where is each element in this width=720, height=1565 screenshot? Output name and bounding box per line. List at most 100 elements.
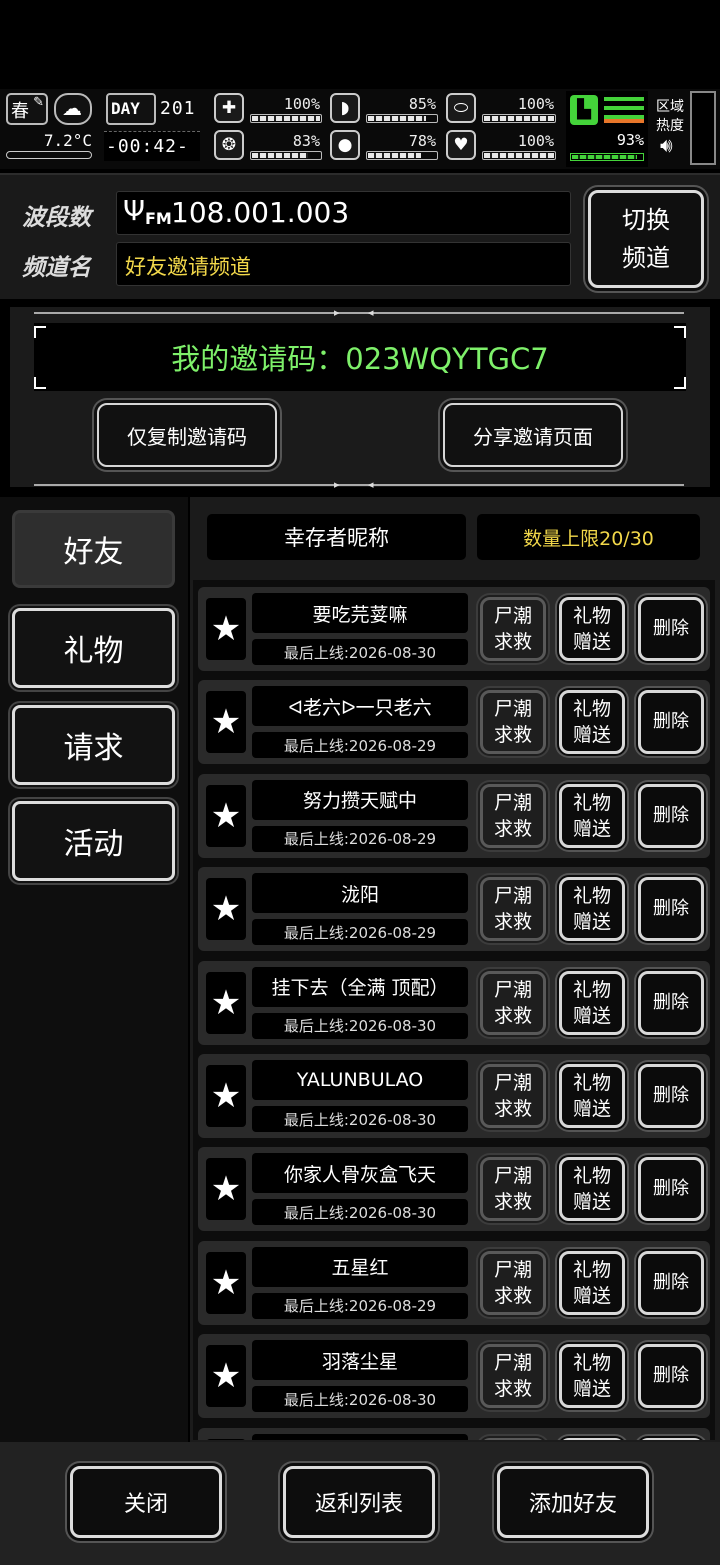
copy-code-button[interactable]: 仅复制邀请码 bbox=[97, 403, 277, 467]
delete-friend-button[interactable]: 删除 bbox=[638, 597, 704, 661]
speaker-icon[interactable]: 🔊︎ bbox=[660, 133, 673, 157]
invite-code: 我的邀请码：023WQYTGC7 bbox=[171, 342, 549, 376]
mood-stat: ♥ 100% bbox=[446, 130, 556, 164]
delete-friend-button[interactable]: 删除 bbox=[638, 1250, 704, 1315]
delete-friend-button[interactable]: 删除 bbox=[638, 1437, 704, 1440]
favorite-star-icon[interactable]: ★ bbox=[206, 784, 246, 847]
temperature-readout: 7.2°C bbox=[6, 129, 94, 163]
add-friend-button[interactable]: 添加好友 bbox=[497, 1466, 649, 1538]
favorite-star-icon[interactable]: ★ bbox=[206, 691, 246, 754]
friend-nickname: 努力攒天赋中 bbox=[252, 779, 468, 820]
stamina-value: 93% bbox=[616, 131, 644, 149]
gift-send-button[interactable]: 礼物 赠送 bbox=[559, 1157, 625, 1222]
tab-requests[interactable]: 请求 bbox=[12, 705, 175, 785]
divider-bottom: ▸ ◂ bbox=[34, 478, 684, 491]
favorite-star-icon[interactable]: ★ bbox=[206, 1438, 246, 1440]
thirst-stat: ● 78% bbox=[330, 130, 438, 164]
friend-row: ★ ᐊ老六ᐅ一只老六 最后上线:2026-08-29 尸潮 求救 礼物 赠送 删除 bbox=[198, 680, 710, 765]
share-invite-button[interactable]: 分享邀请页面 bbox=[443, 403, 623, 467]
boot-icon: ▙ bbox=[570, 95, 598, 125]
zombie-help-button[interactable]: 尸潮 求救 bbox=[480, 690, 546, 755]
gift-send-button[interactable]: 礼物 赠送 bbox=[559, 1250, 625, 1315]
delete-friend-button[interactable]: 删除 bbox=[638, 690, 704, 755]
friend-row: ★ 羽落尘星 最后上线:2026-08-30 尸潮 求救 礼物 赠送 删除 bbox=[198, 1334, 710, 1419]
gift-send-button[interactable]: 礼物 赠送 bbox=[559, 1344, 625, 1409]
zombie-help-button[interactable]: 尸潮 求救 bbox=[480, 877, 546, 942]
zombie-help-button[interactable]: 尸潮 求救 bbox=[480, 1157, 546, 1222]
friend-nickname: 泷阳 bbox=[252, 873, 468, 914]
friend-nickname: 你家人骨灰盒飞天 bbox=[252, 1153, 468, 1194]
heart-icon: ♥ bbox=[446, 130, 476, 160]
zombie-help-button[interactable]: 尸潮 求救 bbox=[480, 1250, 546, 1315]
friend-row: ★ 五星红 最后上线:2026-08-29 尸潮 求救 礼物 赠送 删除 bbox=[198, 1240, 710, 1325]
fm-label: FM bbox=[145, 209, 172, 228]
friend-last-online: 最后上线:2026-08-30 bbox=[252, 639, 468, 665]
tab-gifts[interactable]: 礼物 bbox=[12, 608, 175, 688]
switch-channel-label: 切换 频道 bbox=[622, 206, 670, 272]
favorite-star-icon[interactable]: ★ bbox=[206, 878, 246, 941]
season-badge: 春 ✎ bbox=[6, 93, 48, 125]
day-label: DAY bbox=[111, 99, 140, 118]
delete-friend-button[interactable]: 删除 bbox=[638, 783, 704, 848]
zombie-help-button[interactable]: 尸潮 求救 bbox=[480, 783, 546, 848]
friend-row: ★ 要吃芫荽嘛最后上线:2026-08-30 尸潮 求救 礼物 赠送 删除 bbox=[198, 587, 710, 671]
gift-send-button[interactable]: 礼物 赠送 bbox=[559, 597, 625, 661]
favorite-star-icon[interactable]: ★ bbox=[206, 1065, 246, 1127]
day-value: 201 bbox=[160, 98, 196, 119]
friend-nickname: 挂下去（全满 顶配） bbox=[252, 966, 468, 1007]
zombie-help-button[interactable]: 尸潮 求救 bbox=[480, 597, 546, 661]
delete-friend-button[interactable]: 删除 bbox=[638, 1344, 704, 1409]
gift-send-button[interactable]: 礼物 赠送 bbox=[559, 970, 625, 1035]
zombie-help-button[interactable]: 尸潮 求救 bbox=[480, 1064, 546, 1128]
gift-send-button[interactable]: 礼物 赠送 bbox=[559, 877, 625, 942]
zombie-help-button[interactable]: 尸潮 求救 bbox=[480, 1344, 546, 1409]
gift-send-button[interactable]: 礼物 赠送 bbox=[559, 690, 625, 755]
switch-channel-button[interactable]: 切换 频道 bbox=[588, 190, 704, 288]
time-display: -00:42- bbox=[104, 131, 200, 161]
delete-friend-button[interactable]: 删除 bbox=[638, 1064, 704, 1128]
pill-icon: ⬭ bbox=[446, 93, 476, 123]
favorite-star-icon[interactable]: ★ bbox=[206, 1158, 246, 1221]
close-button[interactable]: 关闭 bbox=[70, 1466, 222, 1538]
zone-heat-label: 区域 热度 bbox=[656, 99, 684, 134]
friend-last-online: 最后上线:2026-08-30 bbox=[252, 1106, 468, 1132]
gift-send-button[interactable]: 礼物 赠送 bbox=[559, 783, 625, 848]
favorite-star-icon[interactable]: ★ bbox=[206, 1251, 246, 1314]
medicine-stat: ⬭ 100% bbox=[446, 93, 556, 127]
friend-row: ★ 泷阳最后上线:2026-08-29 尸潮 求救 礼物 赠送 删除 bbox=[198, 867, 710, 952]
friend-list[interactable]: ★ 要吃芫荽嘛 最后上线:2026-08-30 尸潮 求救 礼物 赠送 删除 ★ ᐊ老六ᐅ一只… bbox=[193, 580, 715, 1440]
tab-events[interactable]: 活动 bbox=[12, 801, 175, 881]
health-stat: ✚ 100% bbox=[214, 93, 322, 127]
feather-icon: ✎ bbox=[33, 95, 44, 110]
friend-nickname: YALUNBULAO bbox=[252, 1060, 468, 1100]
channel-name-label: 频道名 bbox=[22, 255, 91, 281]
friend-nickname: 要吃芫荽嘛 bbox=[252, 593, 468, 633]
band-field: Ψ FM 108.001.003 bbox=[116, 191, 571, 235]
favorite-star-icon[interactable]: ★ bbox=[206, 1345, 246, 1408]
divider-top: ▸ ◂ bbox=[34, 306, 684, 319]
heat-meter bbox=[690, 91, 716, 165]
gift-send-button[interactable]: 礼物 赠送 bbox=[559, 1064, 625, 1128]
stomach-icon: ◗ bbox=[330, 93, 360, 123]
friend-limit: 数量上限20/30 bbox=[477, 514, 700, 560]
stamina-orange-line bbox=[604, 119, 644, 123]
favorite-star-icon[interactable]: ★ bbox=[206, 971, 246, 1034]
zombie-help-button[interactable]: 尸潮 求救 bbox=[480, 1437, 546, 1440]
friend-nickname: 羽落尘星 bbox=[252, 1340, 468, 1381]
thermometer-icon bbox=[6, 151, 92, 159]
friend-last-online: 最后上线:2026-08-29 bbox=[252, 919, 468, 946]
delete-friend-button[interactable]: 删除 bbox=[638, 877, 704, 942]
delete-friend-button[interactable]: 删除 bbox=[638, 970, 704, 1035]
temperature-value: 7.2°C bbox=[43, 131, 92, 150]
gift-send-button[interactable]: 礼物 赠送 bbox=[559, 1437, 625, 1440]
friend-row: ★ 努力攒天赋中 最后上线:2026-08-29 尸潮 求救 礼物 赠送 删除 bbox=[198, 773, 710, 858]
friend-row: ★ YALUNBULAO 最后上线:2026-08-30 尸潮 求救 礼物 赠送 删除 bbox=[198, 1054, 710, 1138]
friend-row: ★ 挂下去（全满 顶配） 最后上线:2026-08-30 尸潮 求救 礼物 赠送 删除 bbox=[198, 960, 710, 1045]
zombie-help-button[interactable]: 尸潮 求救 bbox=[480, 970, 546, 1035]
delete-friend-button[interactable]: 删除 bbox=[638, 1157, 704, 1222]
day-badge: DAY bbox=[106, 93, 156, 125]
tab-friends[interactable]: 好友 bbox=[12, 510, 175, 588]
water-drop-icon: ● bbox=[330, 130, 360, 160]
rebate-list-button[interactable]: 返利列表 bbox=[283, 1466, 435, 1538]
favorite-star-icon[interactable]: ★ bbox=[206, 598, 246, 660]
